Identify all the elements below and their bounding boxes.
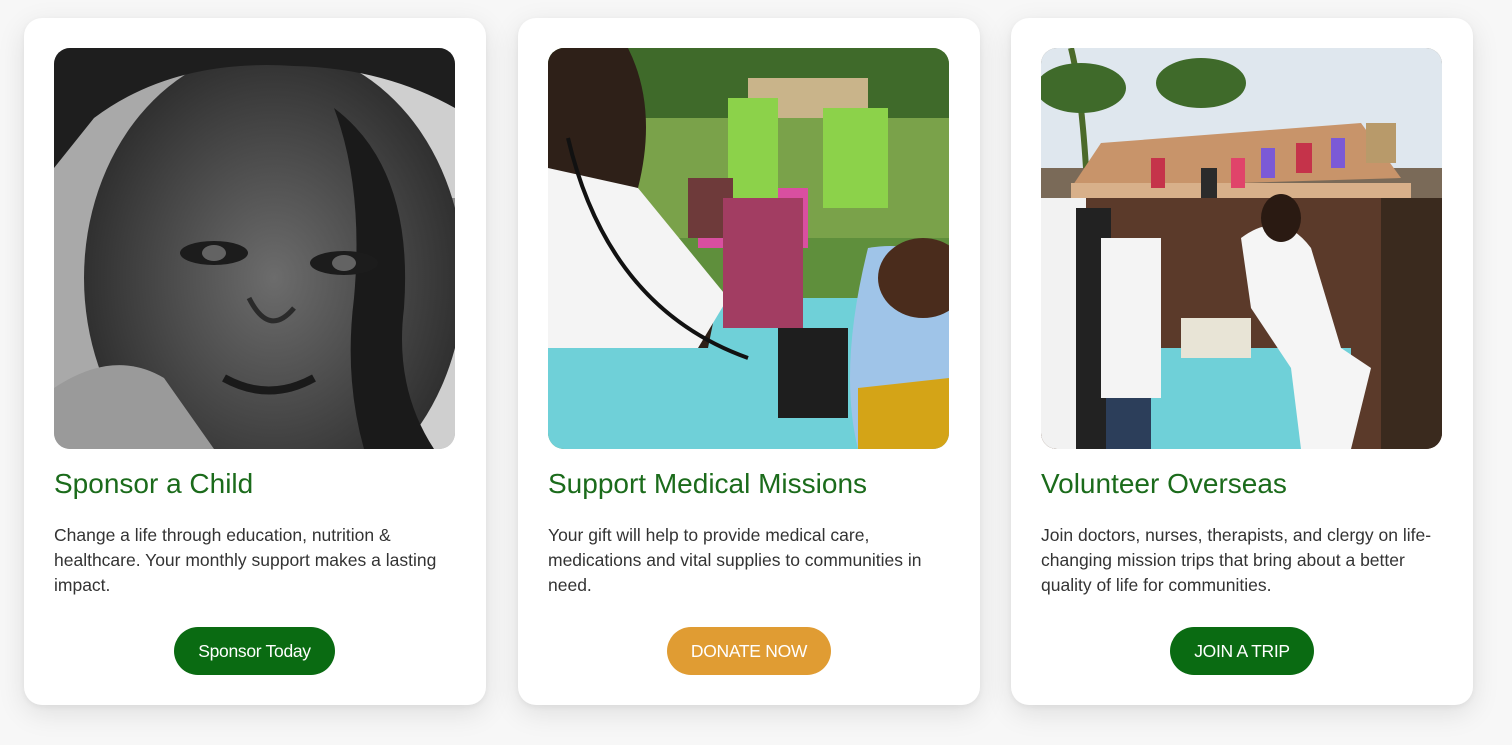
medical-missions-card: Support Medical Missions Your gift will … bbox=[518, 18, 980, 705]
card-description: Your gift will help to provide medical c… bbox=[548, 525, 922, 595]
volunteer-overseas-card: Volunteer Overseas Join doctors, nurses,… bbox=[1011, 18, 1473, 705]
sponsor-today-button[interactable]: Sponsor Today bbox=[174, 627, 335, 675]
card-title: Support Medical Missions bbox=[548, 468, 868, 499]
join-a-trip-button[interactable]: JOIN A TRIP bbox=[1170, 627, 1314, 675]
sponsor-child-card: Sponsor a Child Change a life through ed… bbox=[24, 18, 486, 705]
card-title: Sponsor a Child bbox=[54, 468, 254, 499]
medical-checkup-photo bbox=[548, 48, 949, 449]
donate-now-button[interactable]: DONATE NOW bbox=[667, 627, 831, 675]
volunteer-school-supplies-photo bbox=[1041, 48, 1442, 449]
card-description: Change a life through education, nutriti… bbox=[54, 525, 437, 595]
child-portrait-photo bbox=[54, 48, 455, 449]
card-description: Join doctors, nurses, therapists, and cl… bbox=[1041, 525, 1432, 595]
card-title: Volunteer Overseas bbox=[1041, 468, 1287, 499]
